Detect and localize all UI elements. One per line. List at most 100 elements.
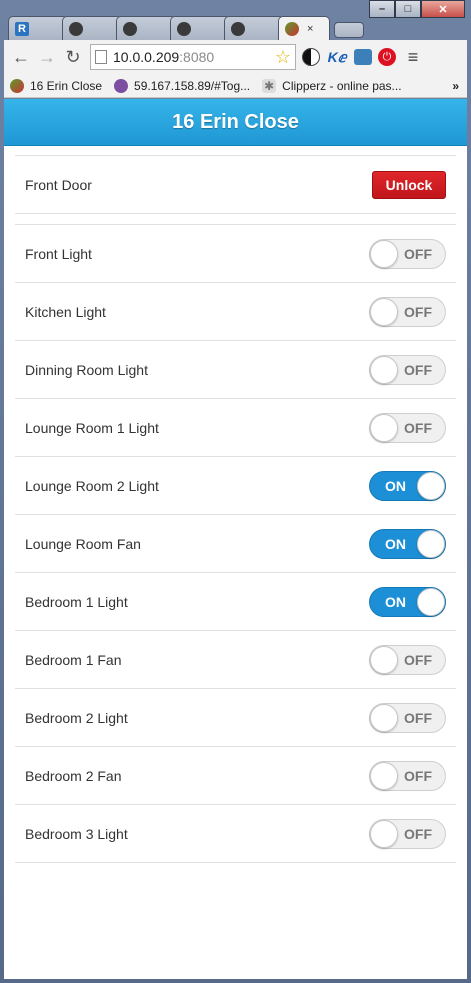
address-bar[interactable]: 10.0.0.209:8080 ☆ — [90, 44, 296, 70]
tab-active[interactable]: × — [278, 16, 330, 40]
list-item: Bedroom 2 Fan OFF — [15, 747, 456, 805]
bookmark-item[interactable]: ✱ Clipperz - online pas... — [262, 78, 402, 93]
github-icon — [69, 21, 83, 36]
toggle-knob — [370, 761, 398, 790]
toggle-switch[interactable]: OFF — [369, 238, 446, 269]
tab-strip: R × — [8, 16, 364, 40]
switch-label: Bedroom 1 Fan — [25, 651, 122, 668]
switch-label: Bedroom 3 Light — [25, 825, 128, 842]
tab-rb[interactable]: R — [8, 16, 68, 40]
pony-icon — [114, 78, 129, 93]
toggle-state: OFF — [404, 709, 432, 726]
page-icon — [95, 50, 107, 64]
list-item: Lounge Room 2 Light ON — [15, 457, 456, 515]
toggle-state: OFF — [404, 361, 432, 378]
toggle-switch[interactable]: OFF — [369, 818, 446, 849]
toggle-state: OFF — [404, 767, 432, 784]
toggle-switch[interactable]: ON — [369, 470, 446, 501]
list-item: Bedroom 2 Light OFF — [15, 689, 456, 747]
page-title: 16 Erin Close — [172, 110, 299, 133]
toggle-state: ON — [385, 593, 406, 610]
list-item: Bedroom 3 Light OFF — [15, 805, 456, 863]
screen-extension-icon[interactable] — [354, 49, 372, 65]
toggle-switch[interactable]: ON — [369, 528, 446, 559]
tab-github-1[interactable] — [62, 16, 122, 40]
door-label: Front Door — [25, 176, 92, 193]
list-item: Dinning Room Light OFF — [15, 341, 456, 399]
list-item: Kitchen Light OFF — [15, 283, 456, 341]
window-close-icon[interactable]: ✕ — [421, 0, 465, 18]
toggle-switch[interactable]: OFF — [369, 354, 446, 385]
url-port: :8080 — [179, 49, 215, 65]
switch-label: Dinning Room Light — [25, 361, 148, 378]
bookmark-label: 59.167.158.89/#Tog... — [134, 78, 251, 93]
list-item: Front Light OFF — [15, 225, 456, 283]
switch-label: Front Light — [25, 245, 92, 262]
list-item: Bedroom 1 Fan OFF — [15, 631, 456, 689]
tab-github-3[interactable] — [170, 16, 230, 40]
list-item: Lounge Room 1 Light OFF — [15, 399, 456, 457]
back-arrow-icon[interactable]: ← — [10, 46, 32, 68]
toggle-knob — [370, 645, 398, 674]
signature-extension-icon[interactable]: Kⅇ — [326, 46, 348, 68]
switch-label: Lounge Room Fan — [25, 535, 141, 552]
toggle-state: OFF — [404, 651, 432, 668]
browser-window: – □ ✕ R × ← → ↻ 10.0.0.209:8080 ☆ Kⅇ ⏻ ≡… — [0, 0, 471, 983]
bookmarks-overflow-icon[interactable]: » — [452, 79, 459, 93]
reload-icon[interactable]: ↻ — [62, 46, 84, 68]
bookmark-item[interactable]: 16 Erin Close — [10, 78, 102, 93]
toggle-switch[interactable]: ON — [369, 586, 446, 617]
switch-label: Lounge Room 2 Light — [25, 477, 159, 494]
toggle-switch[interactable]: OFF — [369, 702, 446, 733]
toggle-switch[interactable]: OFF — [369, 644, 446, 675]
menu-icon[interactable]: ≡ — [402, 46, 424, 68]
contrast-extension-icon[interactable] — [302, 48, 320, 66]
switch-label: Bedroom 2 Light — [25, 709, 128, 726]
bookmark-item[interactable]: 59.167.158.89/#Tog... — [114, 78, 251, 93]
toggle-knob — [370, 297, 398, 326]
toggle-knob — [417, 529, 445, 558]
toggle-state: OFF — [404, 245, 432, 262]
page-header: 16 Erin Close — [4, 99, 467, 146]
switch-group: Front Light OFF Kitchen Light OFF Dinning Ro… — [15, 224, 456, 863]
switch-label: Lounge Room 1 Light — [25, 419, 159, 436]
toggle-switch[interactable]: OFF — [369, 296, 446, 327]
unlock-button[interactable]: Unlock — [372, 170, 446, 199]
toggle-knob — [370, 239, 398, 268]
device-list: Front Door Unlock Front Light OFF Kitchen … — [15, 155, 456, 863]
toggle-state: ON — [385, 535, 406, 552]
minimize-icon[interactable]: – — [369, 0, 395, 18]
list-item: Bedroom 1 Light ON — [15, 573, 456, 631]
toggle-knob — [370, 413, 398, 442]
toggle-knob — [417, 471, 445, 500]
switch-label: Bedroom 2 Fan — [25, 767, 122, 784]
new-tab-button[interactable] — [334, 22, 364, 38]
tab-github-2[interactable] — [116, 16, 176, 40]
tab-close-icon[interactable]: × — [307, 23, 313, 35]
toggle-state: OFF — [404, 303, 432, 320]
github-icon — [123, 21, 137, 36]
toggle-knob — [417, 587, 445, 616]
toggle-knob — [370, 703, 398, 732]
page-content: 16 Erin Close Front Door Unlock Front Li… — [4, 99, 467, 979]
browser-toolbar: ← → ↻ 10.0.0.209:8080 ☆ Kⅇ ⏻ ≡ — [4, 40, 467, 74]
github-icon — [177, 21, 191, 36]
asterisk-icon: ✱ — [262, 78, 277, 93]
toggle-knob — [370, 819, 398, 848]
list-item: Front Door Unlock — [15, 156, 456, 214]
switch-label: Kitchen Light — [25, 303, 106, 320]
toggle-knob — [370, 355, 398, 384]
toggle-state: OFF — [404, 419, 432, 436]
stop-extension-icon[interactable]: ⏻ — [378, 48, 396, 66]
toggle-state: ON — [385, 477, 406, 494]
cherry-icon — [10, 78, 24, 93]
forward-arrow-icon[interactable]: → — [36, 46, 58, 68]
bookmark-label: Clipperz - online pas... — [282, 78, 402, 93]
toggle-switch[interactable]: OFF — [369, 760, 446, 791]
bookmark-star-icon[interactable]: ☆ — [275, 47, 291, 68]
maximize-icon[interactable]: □ — [395, 0, 421, 18]
tab-github-4[interactable] — [224, 16, 284, 40]
url-host: 10.0.0.209 — [113, 49, 180, 65]
toggle-switch[interactable]: OFF — [369, 412, 446, 443]
switch-label: Bedroom 1 Light — [25, 593, 128, 610]
